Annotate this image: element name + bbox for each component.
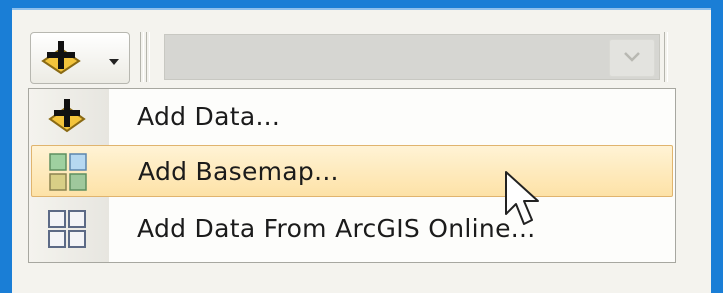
add-data-menu: Add Data... Add Basemap... Add Data From… [28,88,676,263]
basemap-icon [49,153,87,191]
chevron-down-icon [109,59,119,65]
combo-dropdown-button[interactable] [609,39,655,77]
menu-item-add-basemap[interactable]: Add Basemap... [31,145,673,197]
add-data-icon [41,41,81,75]
add-data-icon [48,99,86,133]
arcgis-online-grid-icon [48,210,86,248]
menu-item-label: Add Basemap... [138,157,339,186]
add-data-dropdown-button[interactable] [30,32,130,84]
toolbar-separator [140,32,144,82]
menu-item-add-data-from-arcgis-online[interactable]: Add Data From ArcGIS Online... [31,203,673,255]
toolbar-separator [664,32,668,82]
layer-combo-box[interactable] [164,34,660,80]
toolbar [28,26,668,86]
menu-item-label: Add Data... [137,102,281,131]
menu-item-label: Add Data From ArcGIS Online... [137,214,536,243]
mouse-pointer-icon [505,171,539,225]
menu-item-add-data[interactable]: Add Data... [31,91,673,143]
toolbar-separator [146,32,150,82]
chevron-down-icon [624,52,640,62]
